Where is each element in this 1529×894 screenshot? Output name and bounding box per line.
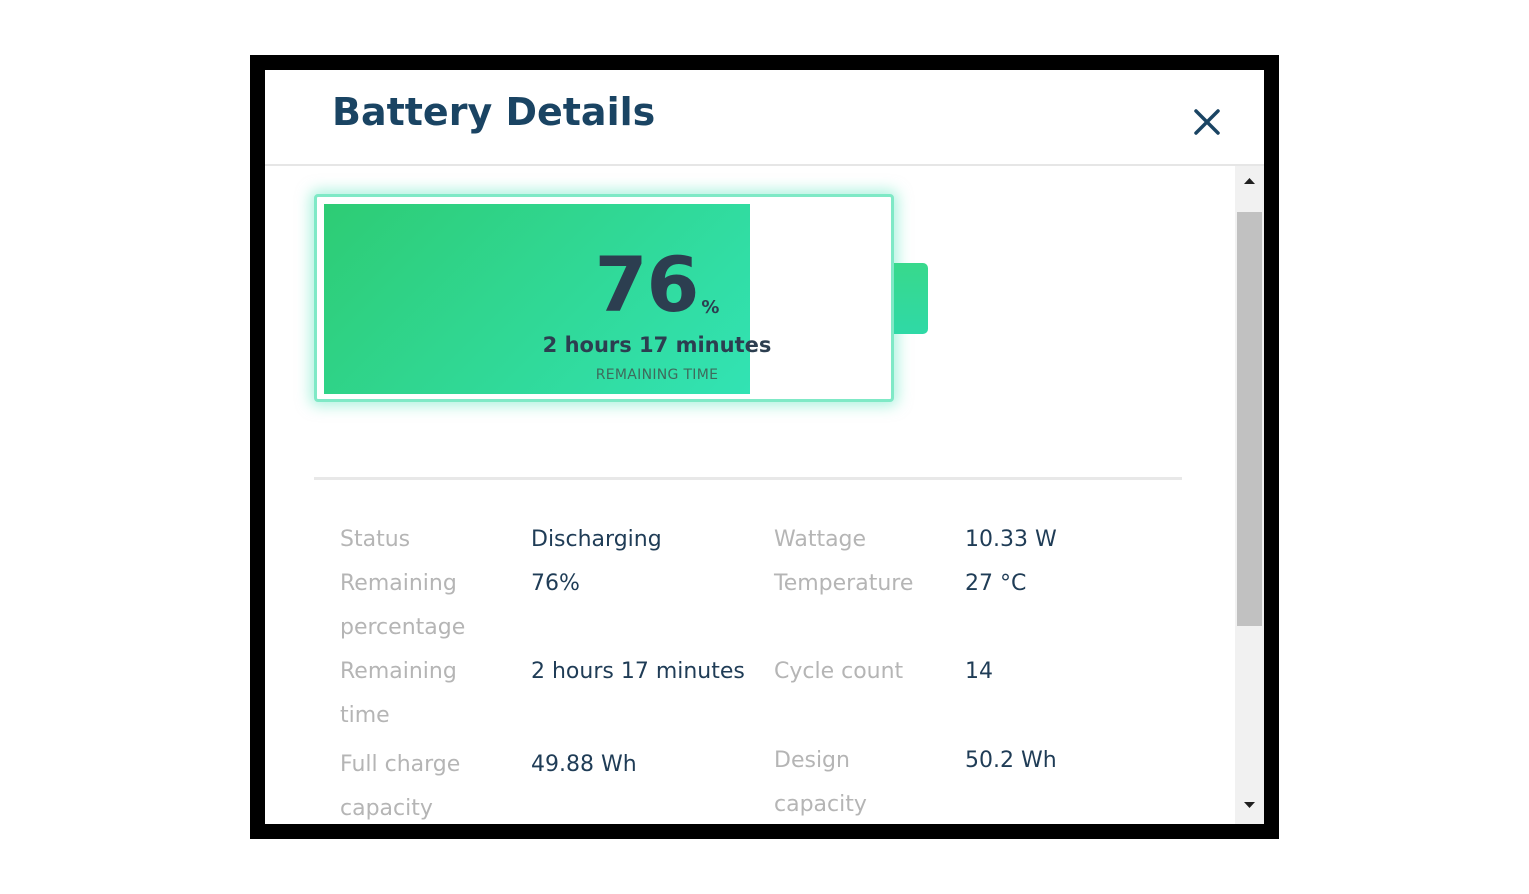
close-button[interactable] <box>1185 100 1229 144</box>
scroll-up-button[interactable] <box>1235 170 1264 190</box>
cycle-count-label-text: Cycle count <box>774 659 904 684</box>
remaining-percentage-label-line2: percentage <box>340 615 466 640</box>
status-label: Status <box>340 518 410 562</box>
battery-terminal <box>894 263 928 334</box>
remaining-percentage-value: 76% <box>531 571 580 596</box>
battery-percent-value: 76 <box>594 240 700 329</box>
wattage-value: 10.33 W <box>965 527 1057 552</box>
design-capacity-label-line1: Design <box>774 748 850 773</box>
scroll-up-arrow-icon <box>1244 178 1255 184</box>
dialog-title: Battery Details <box>332 90 656 134</box>
cycle-count-value: 14 <box>965 659 993 684</box>
remaining-percentage-label: Remaining percentage <box>340 562 465 650</box>
full-charge-capacity-label-line2: capacity <box>340 796 433 821</box>
cycle-count-label: Cycle count <box>774 650 903 694</box>
status-label-text: Status <box>340 527 411 552</box>
scroll-down-button[interactable] <box>1235 796 1264 816</box>
battery-percent-unit: % <box>701 297 720 318</box>
temperature-value: 27 °C <box>965 571 1027 596</box>
status-value: Discharging <box>531 527 662 552</box>
full-charge-capacity-label: Full charge capacity <box>340 743 460 824</box>
battery-percent-row: 76 % <box>497 247 817 323</box>
temperature-label: Temperature <box>774 562 913 606</box>
full-charge-capacity-value: 49.88 Wh <box>531 752 637 777</box>
design-capacity-label-line2: capacity <box>774 792 867 817</box>
scrollbar-thumb[interactable] <box>1237 212 1262 626</box>
temperature-label-text: Temperature <box>774 571 914 596</box>
remaining-time-row-value: 2 hours 17 minutes <box>531 659 745 684</box>
close-icon <box>1194 109 1220 135</box>
full-charge-capacity-label-line1: Full charge <box>340 752 461 777</box>
vertical-scrollbar[interactable] <box>1235 166 1264 824</box>
remaining-time-label: REMAINING TIME <box>595 367 719 383</box>
remaining-percentage-label-line1: Remaining <box>340 571 457 596</box>
remaining-time-value: 2 hours 17 minutes <box>542 333 772 357</box>
design-capacity-value: 50.2 Wh <box>965 748 1057 773</box>
section-divider <box>314 477 1182 480</box>
dialog-header: Battery Details <box>265 70 1264 166</box>
battery-readout: 76 % 2 hours 17 minutes REMAINING TIME <box>497 247 817 384</box>
battery-details-dialog: Battery Details 76 % 2 hours 17 minutes … <box>265 70 1264 824</box>
remaining-time-row-label: Remaining time <box>340 650 457 738</box>
design-capacity-label: Design capacity <box>774 739 867 824</box>
wattage-label: Wattage <box>774 518 866 562</box>
remaining-time-row-label-line2: time <box>340 703 390 728</box>
remaining-time-row-label-line1: Remaining <box>340 659 457 684</box>
scroll-down-arrow-icon <box>1244 802 1255 808</box>
battery-graphic: 76 % 2 hours 17 minutes REMAINING TIME <box>314 194 894 402</box>
dialog-content: 76 % 2 hours 17 minutes REMAINING TIME S… <box>265 166 1235 824</box>
wattage-label-text: Wattage <box>774 527 867 552</box>
